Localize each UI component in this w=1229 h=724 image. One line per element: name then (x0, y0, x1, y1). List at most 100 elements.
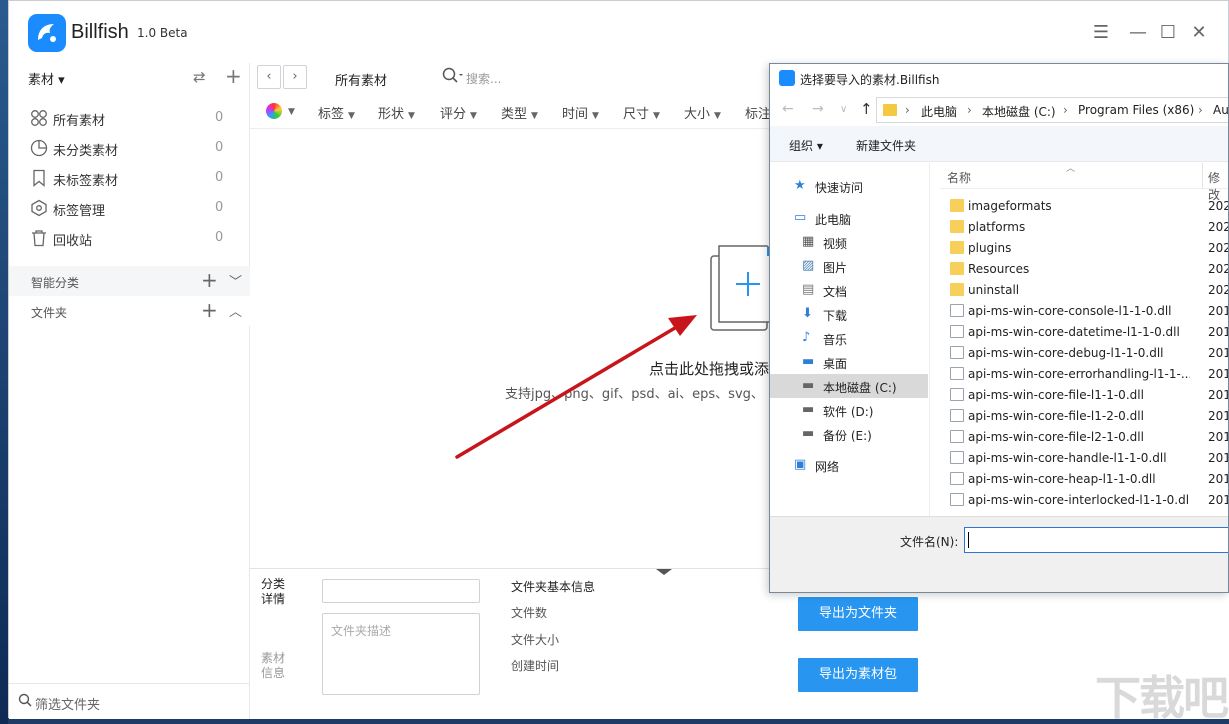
drive-icon: ▬ (802, 427, 816, 441)
tree-item[interactable]: ▬ 软件 (D:) (770, 398, 928, 422)
file-name: api-ms-win-core-datetime-l1-1-0.dll (968, 325, 1190, 339)
watermark-logo: 下载吧 (1095, 662, 1227, 724)
file-icon (950, 430, 964, 443)
file-name: api-ms-win-core-debug-l1-1-0.dll (968, 346, 1190, 360)
picture-icon: ▨ (802, 259, 816, 273)
file-row[interactable]: api-ms-win-core-errorhandling-l1-1-...20… (940, 363, 1229, 384)
back-arrow-icon[interactable]: ← (782, 101, 794, 117)
file-name: platforms (968, 220, 1190, 234)
file-row[interactable]: api-ms-win-core-file-l2-1-0.dll 201 (940, 426, 1229, 447)
forward-arrow-icon[interactable]: → (812, 101, 824, 117)
navigation-tree: ★快速访问▭此电脑▦视频▨图片▤文档⬇下载♪音乐▬桌面▬本地磁盘 (C:)▬软件… (770, 163, 930, 516)
file-row[interactable]: platforms 202 (940, 216, 1229, 237)
file-date: 202 (1208, 199, 1229, 213)
file-date: 201 (1208, 388, 1229, 402)
file-row[interactable]: Resources 202 (940, 258, 1229, 279)
path-segment[interactable]: Program Files (x86) (1078, 103, 1194, 117)
tree-item[interactable]: ⬇下载 (770, 302, 928, 326)
sort-ascending-icon: ︿ (1066, 161, 1075, 174)
file-name: api-ms-win-core-interlocked-l1-1-0.dll (968, 493, 1190, 507)
folder-icon (950, 262, 964, 275)
new-folder-button[interactable]: 新建文件夹 (856, 137, 916, 154)
file-name: api-ms-win-core-file-l1-2-0.dll (968, 409, 1190, 423)
path-separator: › (905, 103, 910, 117)
file-date: 201 (1208, 409, 1229, 423)
dialog-toolbar: 组织 ▾ 新建文件夹 (770, 126, 1228, 162)
tree-item[interactable]: ▨ 图片 (770, 254, 928, 278)
tree-item-label: 本地磁盘 (C:) (823, 379, 897, 396)
file-icon (950, 367, 964, 380)
tree-item[interactable]: ▬桌面 (770, 350, 928, 374)
tree-item[interactable]: ▣网络 (770, 453, 928, 477)
path-segment[interactable]: 本地磁盘 (C:) (982, 103, 1056, 120)
tree-item-label: 软件 (D:) (823, 403, 873, 420)
file-date: 201 (1208, 451, 1229, 465)
column-name[interactable]: 名称 (947, 169, 971, 186)
video-icon: ▦ (802, 235, 816, 249)
file-name: api-ms-win-core-console-l1-1-0.dll (968, 304, 1190, 318)
tree-item[interactable]: ▦ 视频 (770, 230, 928, 254)
file-date: 202 (1208, 220, 1229, 234)
file-row[interactable]: api-ms-win-core-handle-l1-1-0.dll201 (940, 447, 1229, 468)
file-row[interactable]: api-ms-win-core-interlocked-l1-1-0.dll20… (940, 489, 1229, 510)
file-row[interactable]: api-ms-win-core-heap-l1-1-0.dll 201 (940, 468, 1229, 489)
up-arrow-icon[interactable]: ↑ (860, 100, 873, 118)
tree-item[interactable]: ▬ 本地磁盘 (C:) (770, 374, 928, 398)
file-row[interactable]: imageformats 202 (940, 195, 1229, 216)
computer-icon: ▭ (794, 211, 808, 225)
star-icon: ★ (794, 179, 808, 193)
tree-item-label: 桌面 (823, 355, 847, 372)
file-name: api-ms-win-core-file-l2-1-0.dll (968, 430, 1190, 444)
dialog-title: 选择要导入的素材.Billfish (800, 71, 939, 88)
file-date: 202 (1208, 283, 1229, 297)
folder-icon (950, 283, 964, 296)
organize-button[interactable]: 组织 ▾ (789, 137, 823, 154)
file-row[interactable]: uninstall 202 (940, 279, 1229, 300)
file-icon (950, 451, 964, 464)
tree-item-label: 快速访问 (815, 179, 863, 196)
path-segment[interactable]: Au (1213, 103, 1229, 117)
folder-icon (950, 220, 964, 233)
file-name: plugins (968, 241, 1190, 255)
music-icon: ♪ (802, 331, 816, 345)
file-name: api-ms-win-core-heap-l1-1-0.dll (968, 472, 1190, 486)
folder-icon (883, 104, 897, 116)
file-name: uninstall (968, 283, 1190, 297)
file-date: 202 (1208, 262, 1229, 276)
file-list-header: ︿ 名称 修改 (940, 163, 1229, 189)
file-row[interactable]: plugins202 (940, 237, 1229, 258)
file-open-dialog: 选择要导入的素材.Billfish ← → ∨ ↑ › 此电脑 › 本地磁盘 (… (769, 63, 1229, 593)
tree-item[interactable]: ▤文档 (770, 278, 928, 302)
file-date: 201 (1208, 325, 1229, 339)
path-box[interactable]: › 此电脑 › 本地磁盘 (C:) › Program Files (x86) … (876, 97, 1229, 123)
file-icon (950, 346, 964, 359)
file-name: imageformats (968, 199, 1190, 213)
file-icon (950, 325, 964, 338)
file-row[interactable]: api-ms-win-core-debug-l1-1-0.dll201 (940, 342, 1229, 363)
tree-item-label: 图片 (823, 259, 847, 276)
drive-icon: ▬ (802, 403, 816, 417)
file-row[interactable]: api-ms-win-core-file-l1-1-0.dll201 (940, 384, 1229, 405)
tree-item[interactable]: ▭ 此电脑 (770, 206, 928, 230)
drive-icon: ▬ (802, 379, 816, 393)
tree-item-label: 视频 (823, 235, 847, 252)
file-date: 201 (1208, 472, 1229, 486)
history-chevron-icon[interactable]: ∨ (840, 104, 847, 115)
tree-item[interactable]: ★ 快速访问 (770, 174, 928, 198)
path-segment[interactable]: 此电脑 (921, 103, 957, 120)
tree-item-label: 此电脑 (815, 211, 851, 228)
tree-item[interactable]: ♪音乐 (770, 326, 928, 350)
tree-item-label: 备份 (E:) (823, 427, 872, 444)
billfish-logo-icon (779, 70, 795, 86)
file-row[interactable]: api-ms-win-core-datetime-l1-1-0.dll 201 (940, 321, 1229, 342)
filename-input[interactable] (964, 527, 1229, 553)
file-icon (950, 409, 964, 422)
tree-item[interactable]: ▬ 备份 (E:) (770, 422, 928, 446)
network-icon: ▣ (794, 458, 808, 472)
path-separator: › (967, 103, 972, 117)
file-name: Resources (968, 262, 1190, 276)
file-row[interactable]: api-ms-win-core-file-l1-2-0.dll 201 (940, 405, 1229, 426)
file-date: 201 (1208, 430, 1229, 444)
column-divider[interactable] (1202, 163, 1203, 189)
file-row[interactable]: api-ms-win-core-console-l1-1-0.dll201 (940, 300, 1229, 321)
